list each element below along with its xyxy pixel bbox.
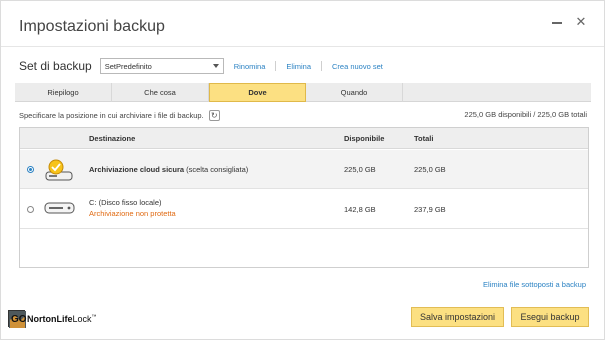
col-destination: Destinazione [89, 134, 136, 143]
storage-availability: 225,0 GB disponibili / 225,0 GB totali [464, 110, 587, 119]
tab-quando[interactable]: Quando [306, 83, 403, 102]
destination-name: C: (Disco fisso locale) [89, 198, 162, 207]
location-hint: Specificare la posizione in cui archivia… [19, 110, 220, 121]
destination-radio[interactable] [27, 206, 34, 213]
delete-backed-up-files-link[interactable]: Elimina file sottoposti a backup [483, 280, 586, 289]
tab-bar-filler [403, 83, 591, 102]
col-available: Disponibile [344, 134, 385, 143]
close-icon: ✕ [575, 14, 587, 29]
tab-dove[interactable]: Dove [209, 83, 306, 102]
norton-logo: GO NortonLifeLock™ [8, 310, 97, 328]
table-row[interactable]: C: (Disco fisso locale) Archiviazione no… [20, 189, 588, 229]
settings-tabs: Riepilogo Che cosa Dove Quando [15, 83, 591, 102]
table-header: Destinazione Disponibile Totali [20, 128, 588, 149]
create-set-link[interactable]: Crea nuovo set [332, 62, 383, 71]
table-row[interactable]: Archiviazione cloud sicura (scelta consi… [20, 150, 588, 189]
destination-available: 225,0 GB [344, 165, 376, 174]
destination-available: 142,8 GB [344, 205, 376, 214]
rename-link[interactable]: Rinomina [234, 62, 266, 71]
destination-radio-selected[interactable] [27, 166, 34, 173]
norton-logo-icon: GO [8, 310, 27, 328]
tab-che-cosa[interactable]: Che cosa [112, 83, 209, 102]
minimize-button[interactable] [550, 14, 564, 30]
col-total: Totali [414, 134, 434, 143]
window-title: Impostazioni backup [19, 18, 165, 35]
window-controls: ✕ [550, 14, 588, 30]
backup-settings-window: Impostazioni backup ✕ Set di backup SetP… [0, 0, 605, 340]
backup-set-value: SetPredefinito [104, 61, 152, 71]
backup-set-select[interactable]: SetPredefinito [99, 58, 224, 74]
link-divider [275, 61, 277, 71]
destination-name: Archiviazione cloud sicura (scelta consi… [89, 165, 249, 174]
minimize-icon [552, 22, 562, 24]
chevron-down-icon [212, 64, 219, 68]
close-button[interactable]: ✕ [574, 14, 588, 30]
backup-set-row: Set di backup SetPredefinito Rinomina El… [19, 57, 383, 75]
cloud-drive-icon [44, 156, 74, 187]
save-settings-button[interactable]: Salva impostazioni [411, 307, 504, 327]
destination-table: Destinazione Disponibile Totali Archivia… [19, 127, 589, 268]
destination-warning: Archiviazione non protetta [89, 209, 176, 218]
refresh-icon[interactable]: ↻ [208, 110, 220, 121]
location-hint-text: Specificare la posizione in cui archivia… [19, 111, 204, 120]
title-divider [1, 46, 604, 47]
logo-overlay-text: GO [11, 314, 27, 325]
destination-total: 237,9 GB [414, 205, 446, 214]
delete-set-link[interactable]: Elimina [286, 62, 311, 71]
destination-total: 225,0 GB [414, 165, 446, 174]
backup-set-label: Set di backup [19, 59, 92, 73]
hard-drive-icon [44, 201, 76, 220]
brand-name: NortonLifeLock™ [27, 313, 97, 324]
run-backup-button[interactable]: Esegui backup [511, 307, 589, 327]
tab-riepilogo[interactable]: Riepilogo [15, 83, 112, 102]
link-divider [321, 61, 322, 71]
